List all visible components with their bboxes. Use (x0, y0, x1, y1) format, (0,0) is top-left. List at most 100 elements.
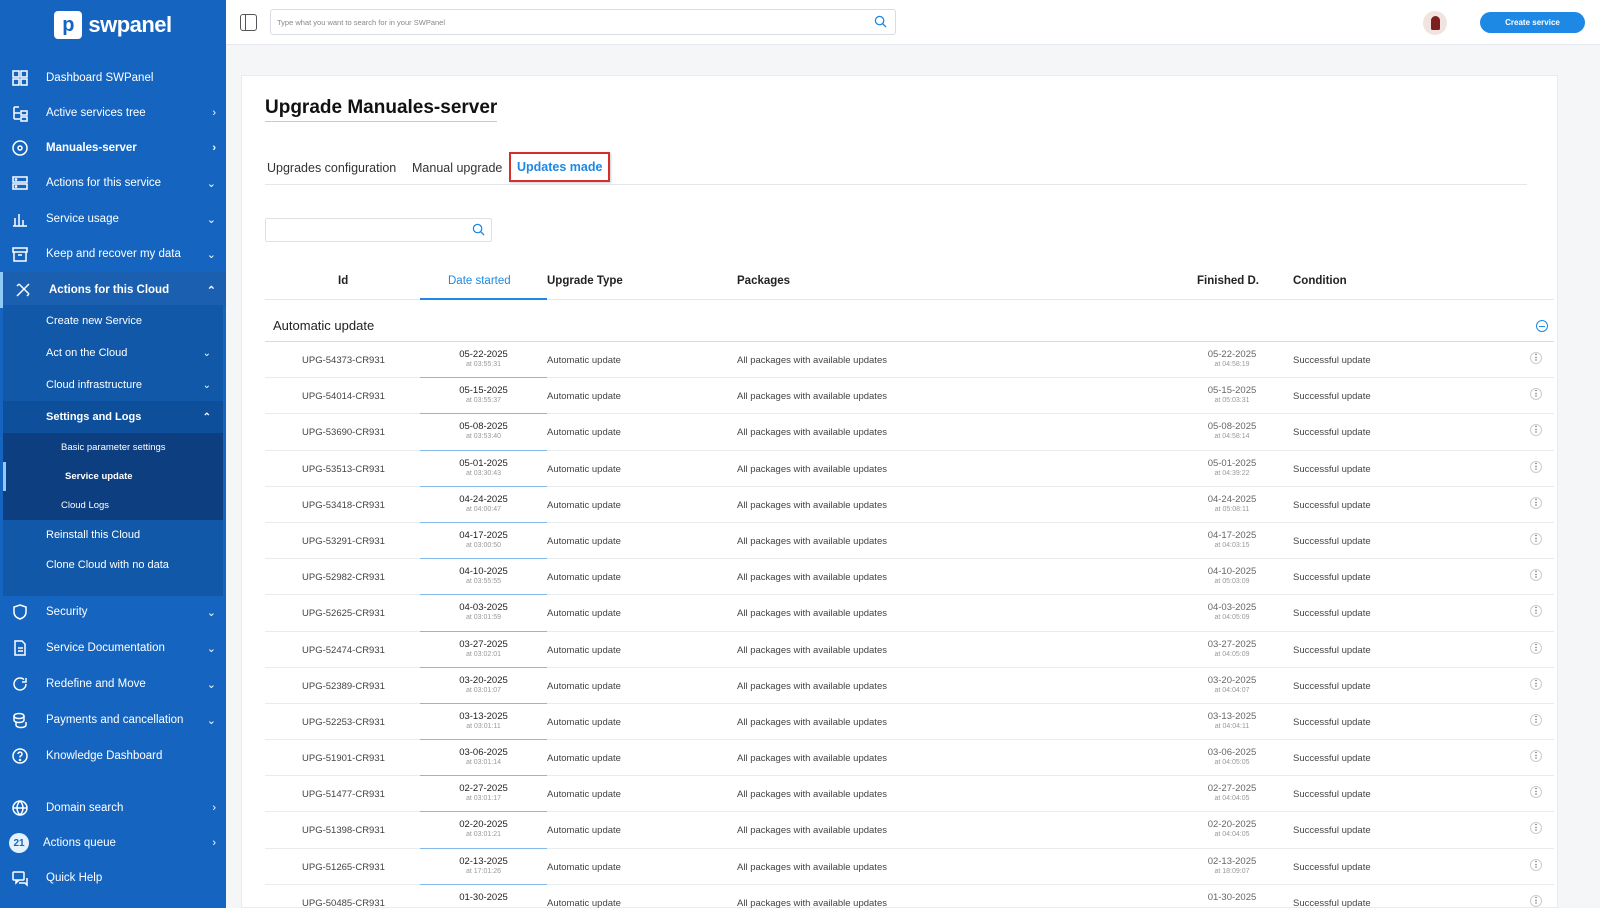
sidebar-subitem-create-new-service[interactable]: Create new Service (3, 305, 223, 337)
tab-upgrades-configuration[interactable]: Upgrades configuration (267, 161, 396, 175)
sidebar-item-active-services-tree[interactable]: Active services tree › (0, 95, 226, 131)
search-icon[interactable] (472, 223, 485, 241)
sidebar-subitem-reinstall-this-cloud[interactable]: Reinstall this Cloud (3, 520, 223, 550)
row-date-started: 03-13-2025 at 03:01:11 (420, 704, 547, 741)
sidebar-item-service-usage[interactable]: Service usage ⌄ (0, 201, 226, 237)
more-options-icon[interactable]: ⋮ (1530, 569, 1542, 582)
sidebar-item-redefine-and-move[interactable]: Redefine and Move ⌄ (0, 666, 226, 702)
more-options-icon[interactable]: ⋮ (1530, 894, 1542, 907)
sidebar-subitem-service-update[interactable]: Service update (3, 462, 223, 491)
table-row[interactable]: UPG-51901-CR931 03-06-2025 at 03:01:14 Auto… (265, 740, 1554, 777)
table-row[interactable]: UPG-54373-CR931 05-22-2025 at 03:55:31 Auto… (265, 342, 1554, 379)
row-packages: All packages with available updates (737, 499, 887, 511)
row-date: 02-20-2025 (459, 819, 508, 831)
more-options-icon[interactable]: ⋮ (1530, 424, 1542, 437)
table-row[interactable]: UPG-51398-CR931 02-20-2025 at 03:01:21 Auto… (265, 812, 1554, 849)
more-options-icon[interactable]: ⋮ (1530, 677, 1542, 690)
table-row[interactable]: UPG-50485-CR931 01-30-2025 Automatic updat… (265, 885, 1554, 908)
row-condition: Successful update (1293, 897, 1371, 908)
tab-updates-made[interactable]: Updates made (509, 152, 611, 182)
chevron-icon: ⌄ (206, 248, 216, 261)
sidebar-item-label: Redefine and Move (46, 678, 146, 690)
tab-bar: Upgrades configuration Manual upgrade Up… (265, 152, 1527, 185)
create-service-button[interactable]: Create service (1480, 12, 1585, 33)
sidebar-subitem-clone-cloud-with-no-data[interactable]: Clone Cloud with no data (3, 550, 223, 596)
more-options-icon[interactable]: ⋮ (1530, 460, 1542, 473)
column-header-id[interactable]: Id (338, 275, 348, 287)
row-packages: All packages with available updates (737, 897, 887, 908)
table-row[interactable]: UPG-52625-CR931 04-03-2025 at 03:01:59 Auto… (265, 595, 1554, 632)
table-row[interactable]: UPG-51477-CR931 02-27-2025 at 03:01:17 Auto… (265, 776, 1554, 813)
row-time: at 04:00:47 (465, 505, 502, 513)
avatar[interactable] (1423, 11, 1447, 35)
table-row[interactable]: UPG-53418-CR931 04-24-2025 at 04:00:47 Auto… (265, 487, 1554, 524)
more-options-icon[interactable]: ⋮ (1530, 388, 1542, 401)
column-header-packages[interactable]: Packages (737, 275, 790, 287)
table-row[interactable]: UPG-52253-CR931 03-13-2025 at 03:01:11 Auto… (265, 704, 1554, 741)
sidebar-subitem-settings-and-logs[interactable]: Settings and Logs ⌃ (3, 401, 223, 433)
sidebar-item-security[interactable]: Security ⌄ (0, 594, 226, 630)
row-date: 04-24-2025 (459, 493, 508, 505)
sidebar-item-actions-queue[interactable]: 21 Actions queue › (0, 825, 226, 861)
sidebar-subitem-basic-parameter-settings[interactable]: Basic parameter settings (3, 433, 223, 462)
chevron-icon: ⌄ (206, 606, 216, 619)
sidebar-item-manuales-server[interactable]: Manuales-server › (0, 130, 226, 166)
row-condition: Successful update (1293, 789, 1371, 801)
sidebar-item-payments-and-cancellation[interactable]: Payments and cancellation ⌄ (0, 702, 226, 738)
more-options-icon[interactable]: ⋮ (1530, 496, 1542, 509)
column-header-condition[interactable]: Condition (1293, 275, 1347, 287)
more-options-icon[interactable]: ⋮ (1530, 822, 1542, 835)
row-id: UPG-53418-CR931 (302, 499, 385, 511)
column-header-date-started[interactable]: Date started (448, 275, 511, 287)
sidebar-subitem-act-on-the-cloud[interactable]: Act on the Cloud ⌄ (3, 337, 223, 369)
row-date-started: 05-22-2025 at 03:55:31 (420, 342, 547, 379)
group-row[interactable]: Automatic update (265, 310, 1554, 342)
sidebar-item-keep-and-recover-my-data[interactable]: Keep and recover my data ⌄ (0, 236, 226, 272)
search-icon[interactable] (874, 15, 887, 30)
table-row[interactable]: UPG-52389-CR931 03-20-2025 at 03:01:07 Auto… (265, 668, 1554, 705)
row-date-started: 03-27-2025 at 03:02:01 (420, 632, 547, 668)
table-body: UPG-54373-CR931 05-22-2025 at 03:55:31 Auto… (265, 342, 1554, 908)
row-date-started: 02-20-2025 at 03:01:21 (420, 812, 547, 849)
table-row[interactable]: UPG-53690-CR931 05-08-2025 at 03:53:40 Auto… (265, 414, 1554, 451)
tab-manual-upgrade[interactable]: Manual upgrade (412, 161, 502, 175)
more-options-icon[interactable]: ⋮ (1530, 713, 1542, 726)
more-options-icon[interactable]: ⋮ (1530, 858, 1542, 871)
sidebar-toggle-icon[interactable] (240, 14, 257, 31)
table-row[interactable]: UPG-53513-CR931 05-01-2025 at 03:30:43 Auto… (265, 451, 1554, 487)
chevron-icon: ⌃ (202, 411, 211, 423)
sidebar-item-actions-for-this-cloud[interactable]: Actions for this Cloud ⌃ (0, 272, 226, 308)
more-options-icon[interactable]: ⋮ (1530, 641, 1542, 654)
sidebar-item-dashboard-swpanel[interactable]: Dashboard SWPanel (0, 60, 226, 96)
sidebar-item-knowledge-dashboard[interactable]: Knowledge Dashboard (0, 738, 226, 774)
archive-icon (10, 244, 30, 264)
row-date-started: 02-27-2025 at 03:01:17 (420, 776, 547, 813)
more-options-icon[interactable]: ⋮ (1530, 750, 1542, 763)
sidebar-subitem-cloud-logs[interactable]: Cloud Logs (3, 491, 223, 520)
global-search-input[interactable]: Type what you want to search for in your… (270, 9, 896, 35)
sidebar-subitem-label: Settings and Logs (46, 411, 142, 423)
sidebar-item-domain-search[interactable]: Domain search › (0, 790, 226, 826)
more-options-icon[interactable]: ⋮ (1530, 352, 1542, 364)
table-row[interactable]: UPG-52982-CR931 04-10-2025 at 03:55:55 Auto… (265, 559, 1554, 596)
column-header-finished[interactable]: Finished D. (1197, 275, 1259, 287)
sidebar-subitem-cloud-infrastructure[interactable]: Cloud infrastructure ⌄ (3, 369, 223, 401)
table-row[interactable]: UPG-52474-CR931 03-27-2025 at 03:02:01 Auto… (265, 632, 1554, 668)
row-finished-date: 02-13-2025 (1207, 855, 1257, 867)
sidebar-item-service-documentation[interactable]: Service Documentation ⌄ (0, 630, 226, 666)
row-finished: 04-03-2025 at 04:05:09 (1200, 602, 1264, 621)
collapse-group-icon[interactable] (1536, 320, 1548, 332)
sidebar-item-quick-help[interactable]: Quick Help (0, 860, 226, 896)
more-options-icon[interactable]: ⋮ (1530, 786, 1542, 799)
table-filter-input[interactable] (265, 218, 492, 242)
column-header-upgrade-type[interactable]: Upgrade Type (547, 275, 623, 287)
row-id: UPG-52253-CR931 (302, 716, 385, 728)
more-options-icon[interactable]: ⋮ (1530, 605, 1542, 618)
table-row[interactable]: UPG-54014-CR931 05-15-2025 at 03:55:37 Auto… (265, 378, 1554, 415)
logo[interactable]: p swpanel (0, 0, 226, 50)
table-row[interactable]: UPG-51265-CR931 02-13-2025 at 17:01:26 Auto… (265, 849, 1554, 886)
more-options-icon[interactable]: ⋮ (1530, 532, 1542, 545)
table-row[interactable]: UPG-53291-CR931 04-17-2025 at 03:00:50 Auto… (265, 523, 1554, 560)
sidebar-item-actions-for-this-service[interactable]: Actions for this service ⌄ (0, 165, 226, 201)
sidebar-item-label: Dashboard SWPanel (46, 72, 154, 84)
